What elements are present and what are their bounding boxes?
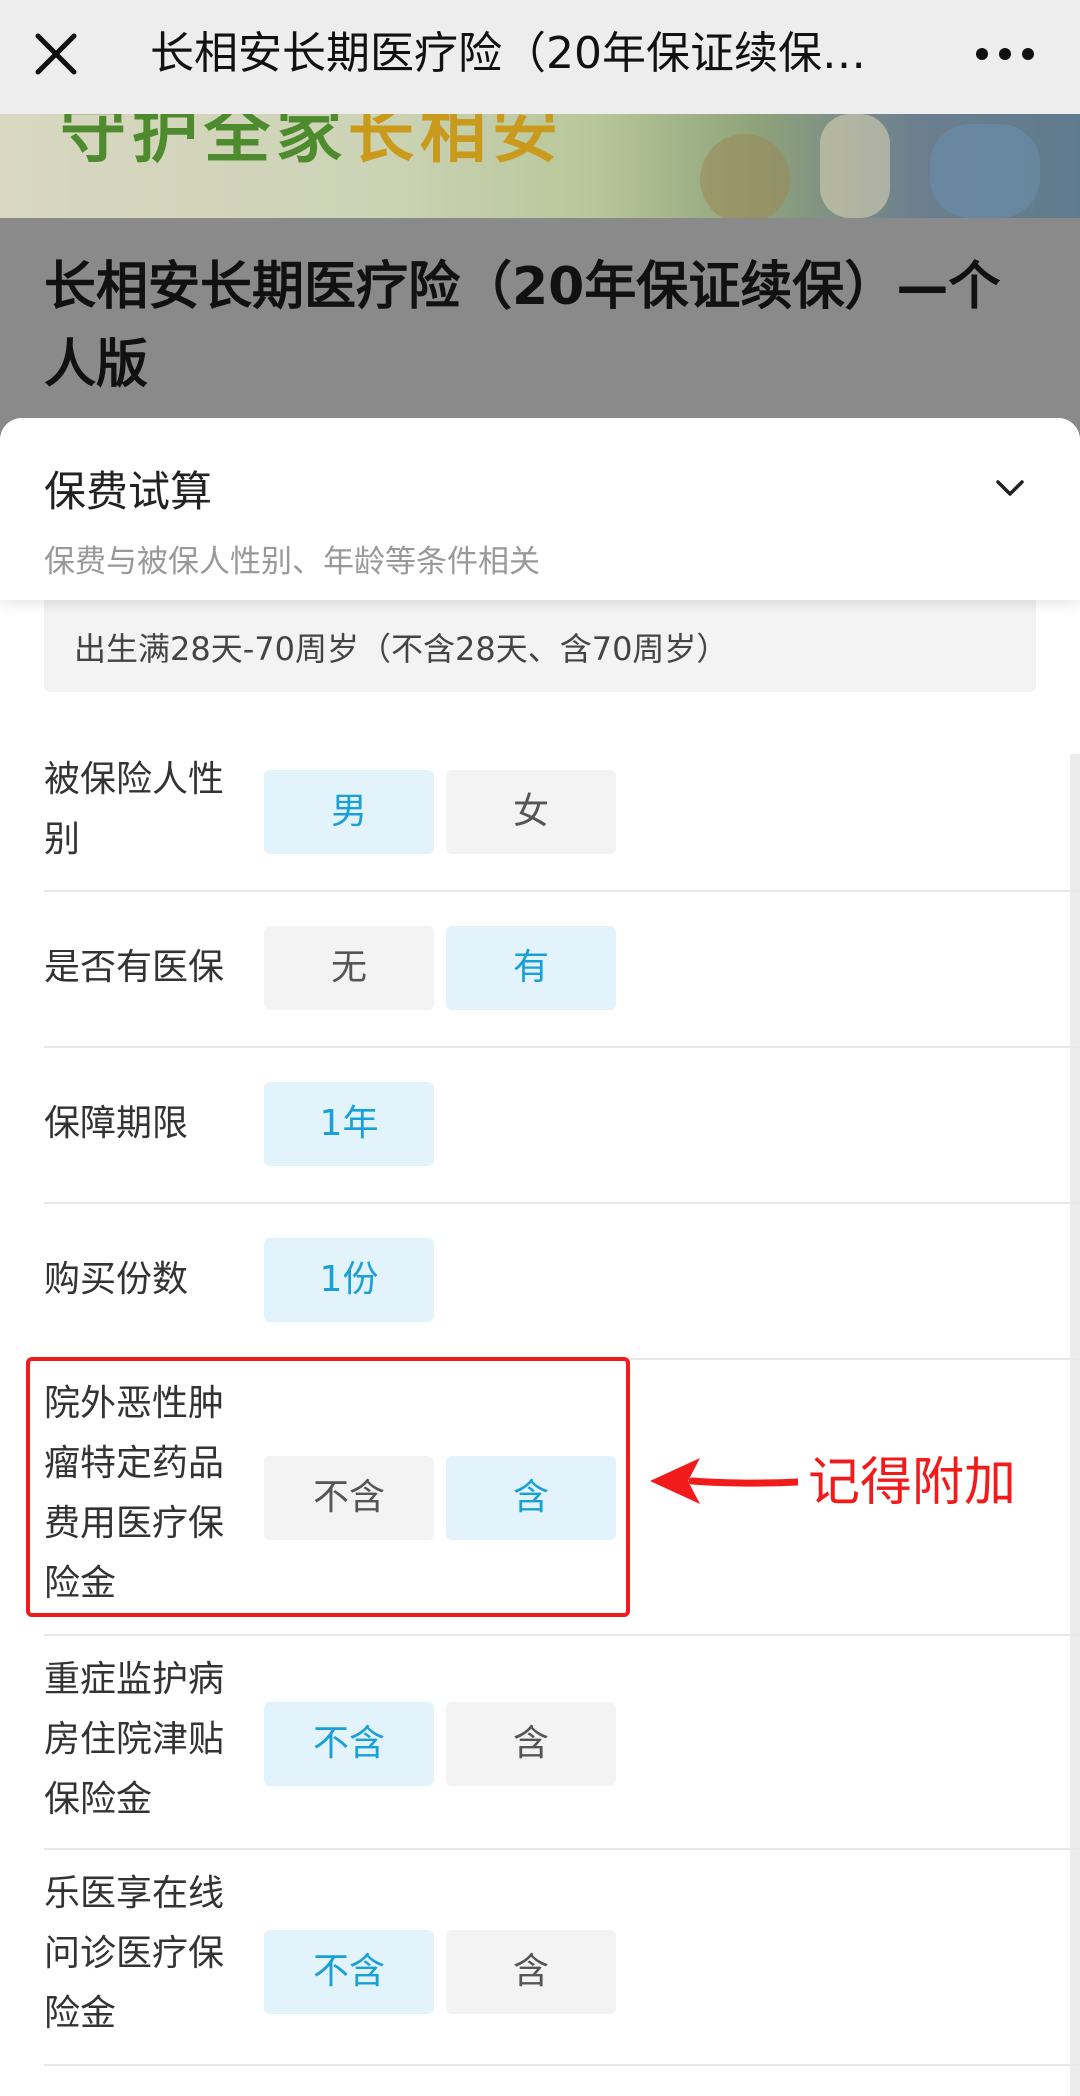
- option-row-icu-allowance: 重症监护病房住院津贴保险金 不含 含: [44, 1636, 1080, 1850]
- option-exclude[interactable]: 不含: [264, 1930, 434, 2014]
- chevron-down-icon[interactable]: [988, 466, 1032, 510]
- arrow-left-icon: [648, 1450, 802, 1510]
- banner-slogan: 守护全家长相安: [60, 114, 564, 172]
- option-include[interactable]: 含: [446, 1930, 616, 2014]
- banner-illustration: [930, 124, 1040, 218]
- close-icon[interactable]: [30, 28, 82, 80]
- product-header: 长相安长期医疗险（20年保证续保）—个人版: [0, 218, 1080, 438]
- option-row-social-insurance: 是否有医保 无 有: [44, 892, 1080, 1048]
- page-title: 长相安长期医疗险（20年保证续保…: [150, 28, 866, 79]
- calculator-header[interactable]: 保费试算 保费与被保人性别、年龄等条件相关: [0, 418, 1080, 600]
- premium-calculator-sheet: 保费试算 保费与被保人性别、年龄等条件相关 出生满28天-70周岁（不含28天、…: [0, 418, 1080, 2096]
- highlight-box: [26, 1357, 630, 1617]
- option-period-1-year[interactable]: 1年: [264, 1082, 434, 1166]
- row-label: 购买份数: [44, 1259, 189, 1300]
- banner-illustration: [820, 114, 890, 218]
- row-label: 保障期限: [44, 1103, 189, 1144]
- row-label: 重症监护病房住院津贴保险金: [44, 1659, 225, 1820]
- more-dots-icon[interactable]: [970, 28, 1040, 80]
- calculator-subtitle: 保费与被保人性别、年龄等条件相关: [44, 544, 540, 580]
- option-quantity-1[interactable]: 1份: [264, 1238, 434, 1322]
- row-label: 乐医享在线问诊医疗保险金: [44, 1873, 225, 2034]
- option-row-quantity: 购买份数 1份: [44, 1204, 1080, 1360]
- row-label: 被保险人性别: [44, 759, 225, 860]
- option-row-coverage-period: 保障期限 1年: [44, 1048, 1080, 1204]
- product-name: 长相安长期医疗险（20年保证续保）—个人版: [44, 257, 1001, 395]
- option-yes[interactable]: 有: [446, 926, 616, 1010]
- option-no[interactable]: 无: [264, 926, 434, 1010]
- age-range-text: 出生满28天-70周岁（不含28天、含70周岁）: [74, 630, 729, 668]
- option-exclude[interactable]: 不含: [264, 1702, 434, 1786]
- banner-illustration: [700, 134, 790, 218]
- calculator-title: 保费试算: [44, 467, 213, 516]
- row-label: 是否有医保: [44, 947, 225, 988]
- option-row-gender: 被保险人性别 男 女: [44, 736, 1080, 892]
- annotation-note: 记得附加: [808, 1453, 1017, 1513]
- option-include[interactable]: 含: [446, 1702, 616, 1786]
- product-banner: 守护全家长相安: [0, 114, 1080, 218]
- age-range-info: 出生满28天-70周岁（不含28天、含70周岁）: [44, 592, 1036, 692]
- option-female[interactable]: 女: [446, 770, 616, 854]
- option-row-online-consult: 乐医享在线问诊医疗保险金 不含 含: [44, 1850, 1080, 2066]
- top-nav-bar: 长相安长期医疗险（20年保证续保…: [0, 0, 1080, 114]
- option-male[interactable]: 男: [264, 770, 434, 854]
